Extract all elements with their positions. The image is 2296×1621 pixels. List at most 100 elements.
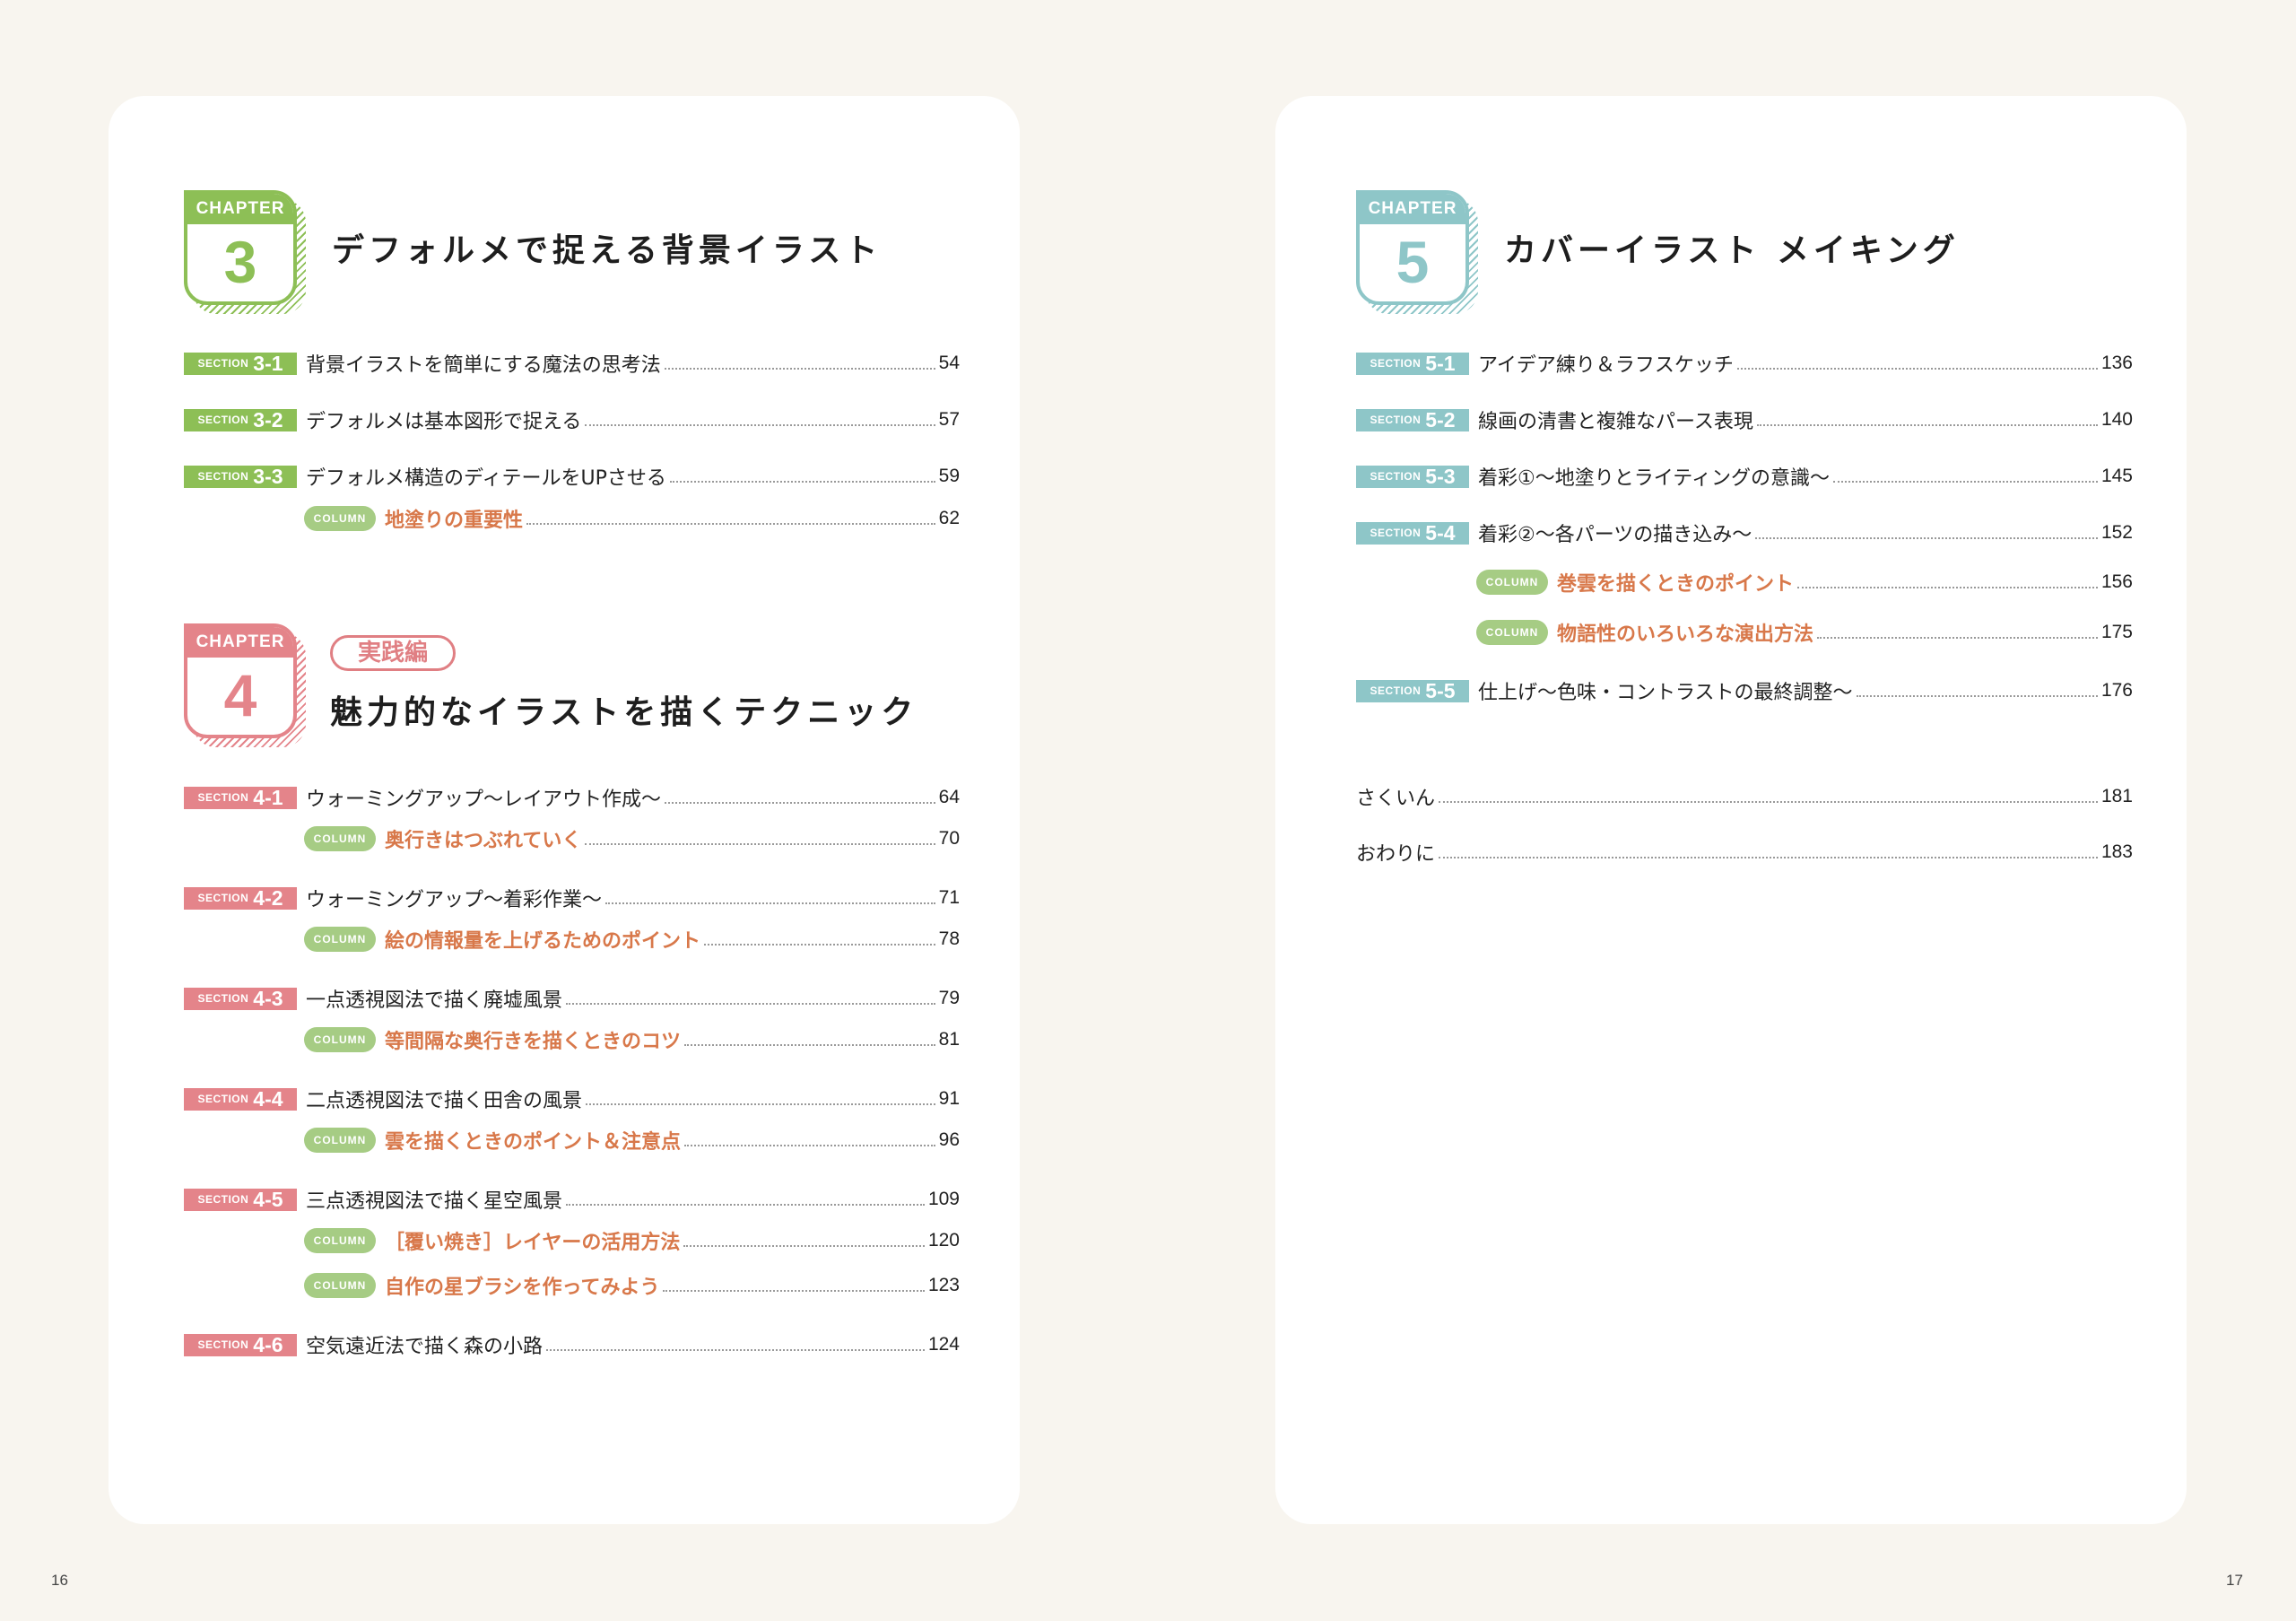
page-number: 109: [927, 1189, 960, 1209]
column-title: 絵の情報量を上げるためのポイント: [385, 930, 701, 953]
toc-row[interactable]: SECTION 4-3 一点透視図法で描く廃墟風景 79: [184, 985, 960, 1012]
toc-row[interactable]: SECTION 5-1 アイデア練り＆ラフスケッチ 136: [1356, 350, 2133, 377]
toc-row[interactable]: SECTION 4-4 二点透視図法で描く田舎の風景 91: [184, 1085, 960, 1112]
page-number: 120: [927, 1230, 960, 1251]
toc-column-row[interactable]: COLUMN 等間隔な奥行きを描くときのコツ 81: [304, 1026, 960, 1053]
column-pill: COLUMN: [304, 826, 376, 851]
toc-column-row[interactable]: COLUMN 絵の情報量を上げるためのポイント 78: [304, 926, 960, 953]
chapter-3-title: デフォルメで捉える背景イラスト: [332, 232, 883, 269]
page-number: 81: [938, 1029, 960, 1050]
toc-column-row[interactable]: COLUMN 自作の星ブラシを作ってみよう 123: [304, 1272, 960, 1299]
chapter-number: 5: [1396, 229, 1430, 295]
leader-dots: [585, 424, 935, 426]
leader-dots: [663, 1290, 925, 1292]
leader-dots: [1832, 481, 2098, 483]
index-title: さくいん: [1356, 788, 1436, 810]
section-title: 二点透視図法で描く田舎の風景: [306, 1090, 583, 1112]
section-title: 着彩②〜各パーツの描き込み〜: [1478, 524, 1752, 546]
toc-row[interactable]: SECTION 4-1 ウォーミングアップ〜レイアウト作成〜 64: [184, 784, 960, 811]
page-number: 70: [938, 828, 960, 849]
page-number: 156: [2100, 571, 2133, 592]
leader-dots: [664, 368, 935, 370]
toc-row[interactable]: SECTION 5-2 線画の清書と複雑なパース表現 140: [1356, 406, 2133, 433]
toc-column-row[interactable]: COLUMN 地塗りの重要性 62: [304, 505, 960, 532]
section-title: 着彩①〜地塗りとライティングの意識〜: [1478, 467, 1830, 490]
page-number: 181: [2100, 786, 2133, 806]
column-title: 巻雲を描くときのポイント: [1557, 573, 1795, 596]
leader-dots: [605, 902, 935, 904]
section-tag: SECTION 4-2: [184, 886, 297, 910]
section-title: ウォーミングアップ〜着彩作業〜: [306, 889, 603, 911]
section-tag: SECTION 4-5: [184, 1188, 297, 1211]
leader-dots: [1797, 587, 2098, 588]
page-number: 175: [2100, 622, 2133, 642]
afterword-title: おわりに: [1356, 843, 1436, 866]
leader-dots: [566, 1204, 925, 1206]
toc-row[interactable]: SECTION 4-6 空気遠近法で描く森の小路 124: [184, 1331, 960, 1358]
section-title: 空気遠近法で描く森の小路: [306, 1336, 544, 1358]
toc-row[interactable]: SECTION 5-3 着彩①〜地塗りとライティングの意識〜 145: [1356, 463, 2133, 490]
leader-dots: [585, 843, 935, 845]
toc-row[interactable]: SECTION 4-2 ウォーミングアップ〜着彩作業〜 71: [184, 885, 960, 911]
page-number: 79: [938, 988, 960, 1008]
toc-afterword-row[interactable]: おわりに 183: [1356, 839, 2133, 866]
leader-dots: [665, 802, 935, 804]
toc-index-row[interactable]: さくいん 181: [1356, 783, 2133, 810]
column-title: 等間隔な奥行きを描くときのコツ: [385, 1031, 682, 1053]
chapter-4-badge: CHAPTER 4: [184, 623, 306, 747]
toc-column-row[interactable]: COLUMN 物語性のいろいろな演出方法 175: [1476, 619, 2133, 646]
column-pill: COLUMN: [1476, 570, 1548, 595]
page-number: 64: [938, 787, 960, 807]
page-folio-right: 17: [2226, 1572, 2243, 1589]
toc-row[interactable]: SECTION 5-5 仕上げ〜色味・コントラストの最終調整〜 176: [1356, 677, 2133, 704]
toc-column-row[interactable]: COLUMN 奥行きはつぶれていく 70: [304, 825, 960, 852]
toc-column-row[interactable]: COLUMN 雲を描くときのポイント＆注意点 96: [304, 1127, 960, 1154]
page-number: 57: [938, 409, 960, 430]
toc-row[interactable]: SECTION 3-2 デフォルメは基本図形で捉える 57: [184, 406, 960, 433]
chapter-word: CHAPTER: [187, 194, 293, 224]
section-title: アイデア練り＆ラフスケッチ: [1478, 354, 1734, 377]
section-tag: SECTION 5-4: [1356, 521, 1469, 545]
section-tag: SECTION 5-3: [1356, 465, 1469, 488]
section-tag: SECTION 5-2: [1356, 408, 1469, 431]
column-title: 奥行きはつぶれていく: [385, 830, 582, 852]
toc-row[interactable]: SECTION 4-5 三点透視図法で描く星空風景 109: [184, 1186, 960, 1213]
chapter-number: 3: [223, 229, 257, 295]
column-pill: COLUMN: [304, 1228, 376, 1253]
section-title: 線画の清書と複雑なパース表現: [1478, 411, 1753, 433]
column-pill: COLUMN: [304, 1027, 376, 1052]
leader-dots: [1439, 857, 2098, 858]
chapter-5-badge: CHAPTER 5: [1356, 190, 1478, 314]
page-number: 136: [2100, 353, 2133, 373]
section-title: デフォルメ構造のディテールをUPさせる: [306, 467, 666, 490]
page-number: 152: [2100, 522, 2133, 543]
column-title: 自作の星ブラシを作ってみよう: [385, 1277, 660, 1299]
page-number: 183: [2100, 841, 2133, 862]
section-tag: SECTION 5-1: [1356, 352, 1469, 375]
page-number: 54: [938, 353, 960, 373]
leader-dots: [1736, 368, 2098, 370]
toc-row[interactable]: SECTION 3-3 デフォルメ構造のディテールをUPさせる 59: [184, 463, 960, 490]
column-pill: COLUMN: [304, 1273, 376, 1298]
leader-dots: [704, 944, 935, 946]
leader-dots: [1755, 537, 2098, 539]
page-number: 123: [927, 1275, 960, 1295]
page-number: 145: [2100, 466, 2133, 486]
section-tag: SECTION 4-4: [184, 1087, 297, 1111]
page-number: 124: [927, 1334, 960, 1355]
chapter-word: CHAPTER: [187, 627, 293, 658]
section-tag: SECTION 3-2: [184, 408, 297, 431]
section-title: ウォーミングアップ〜レイアウト作成〜: [306, 789, 662, 811]
leader-dots: [683, 1245, 925, 1247]
section-tag: SECTION 4-6: [184, 1333, 297, 1356]
page-number: 59: [938, 466, 960, 486]
column-title: 雲を描くときのポイント＆注意点: [385, 1131, 682, 1154]
leader-dots: [566, 1003, 935, 1005]
toc-column-row[interactable]: COLUMN 巻雲を描くときのポイント 156: [1476, 569, 2133, 596]
toc-column-row[interactable]: COLUMN ［覆い焼き］レイヤーの活用方法 120: [304, 1227, 960, 1254]
page-number: 96: [938, 1129, 960, 1150]
section-tag: SECTION 4-1: [184, 786, 297, 809]
leader-dots: [546, 1349, 925, 1351]
toc-row[interactable]: SECTION 3-1 背景イラストを簡単にする魔法の思考法 54: [184, 350, 960, 377]
toc-row[interactable]: SECTION 5-4 着彩②〜各パーツの描き込み〜 152: [1356, 519, 2133, 546]
